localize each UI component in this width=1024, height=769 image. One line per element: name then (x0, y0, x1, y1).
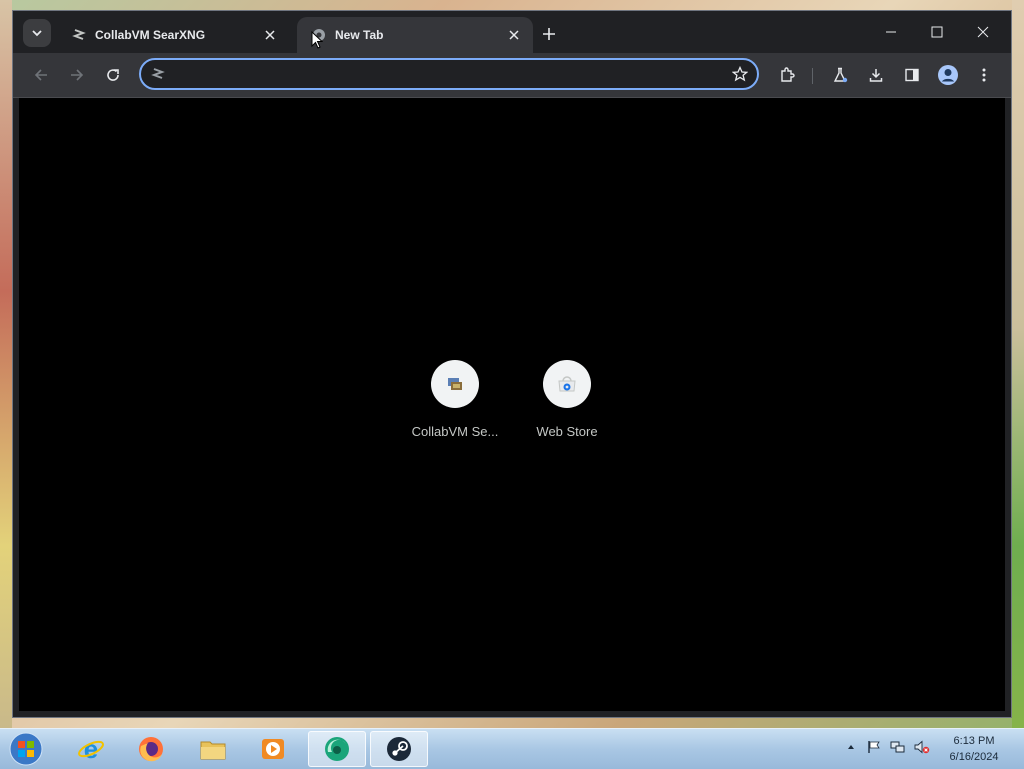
chevron-up-icon (848, 745, 854, 749)
maximize-icon (931, 26, 943, 38)
steam-icon (387, 737, 411, 761)
shortcut-label: CollabVM Se... (411, 424, 499, 439)
address-bar[interactable] (139, 58, 759, 90)
profile-avatar-icon (938, 65, 958, 85)
forward-button[interactable] (63, 61, 91, 89)
volume-button[interactable] (914, 739, 930, 755)
back-button[interactable] (27, 61, 55, 89)
profile-button[interactable] (934, 61, 962, 89)
tab-title: New Tab (335, 28, 384, 42)
system-clock[interactable]: 6:13 PM 6/16/2024 (938, 733, 1010, 765)
clock-date: 6/16/2024 (949, 751, 999, 763)
address-input[interactable] (177, 64, 721, 86)
tab-collabvm-searxng[interactable]: CollabVM SearXNG (57, 17, 289, 53)
new-tab-page: CollabVM Se... Web Store (19, 98, 1005, 711)
searxng-favicon-icon (71, 27, 87, 43)
svg-text:e: e (84, 734, 98, 764)
menu-button[interactable] (970, 61, 998, 89)
labs-button[interactable] (826, 61, 854, 89)
network-icon (890, 741, 905, 753)
collabvm-icon (431, 360, 479, 408)
close-window-button[interactable] (960, 15, 1006, 49)
web-store-icon (543, 360, 591, 408)
plus-icon (543, 28, 555, 40)
downloads-button[interactable] (862, 61, 890, 89)
side-panel-button[interactable] (898, 61, 926, 89)
new-tab-button[interactable] (537, 22, 561, 46)
kebab-menu-icon (982, 68, 986, 82)
shortcut-collabvm[interactable]: CollabVM Se... (407, 360, 503, 439)
taskbar-file-explorer[interactable] (184, 731, 242, 767)
download-icon (869, 69, 883, 82)
taskbar-media-player[interactable] (244, 731, 302, 767)
arrow-left-icon (34, 69, 47, 81)
tab-close-icon[interactable] (505, 26, 523, 44)
taskbar: e 6:13 PM 6/16/2024 (0, 728, 1024, 769)
reload-button[interactable] (99, 61, 127, 89)
folder-icon (200, 741, 226, 760)
start-button[interactable] (6, 731, 46, 767)
minimize-icon (886, 31, 896, 33)
tab-title: CollabVM SearXNG (95, 28, 206, 42)
tab-new-tab[interactable]: New Tab (297, 17, 533, 53)
volume-muted-icon (914, 740, 930, 754)
chevron-down-icon (32, 30, 42, 37)
taskbar-steam[interactable] (370, 731, 428, 767)
firefox-icon (139, 737, 163, 762)
clock-time: 6:13 PM (953, 735, 995, 747)
tab-strip: CollabVM SearXNG New Tab (13, 11, 1011, 53)
desktop-background-right (1012, 0, 1024, 728)
internet-explorer-icon: e (78, 734, 104, 764)
toolbar-separator (812, 68, 813, 84)
show-hidden-icons-button[interactable] (843, 739, 859, 755)
arrow-right-icon (71, 69, 84, 81)
bookmark-star-icon[interactable] (729, 63, 751, 85)
minimize-button[interactable] (868, 15, 914, 49)
puzzle-icon (781, 67, 795, 82)
shortcut-web-store[interactable]: Web Store (519, 360, 615, 439)
taskbar-firefox[interactable] (122, 731, 180, 767)
tab-close-icon[interactable] (261, 26, 279, 44)
extensions-button[interactable] (773, 61, 801, 89)
searxng-icon (150, 66, 166, 82)
tab-search-button[interactable] (23, 19, 51, 47)
close-icon (977, 26, 989, 38)
side-panel-icon (905, 68, 919, 82)
taskbar-internet-explorer[interactable]: e (62, 731, 120, 767)
taskbar-browser[interactable] (308, 731, 366, 767)
flag-icon (868, 741, 880, 753)
flask-icon (833, 67, 848, 83)
desktop-background-left (0, 0, 12, 728)
windows-logo-icon (9, 732, 43, 766)
shortcut-label: Web Store (536, 424, 598, 439)
reload-icon (107, 69, 119, 81)
mouse-cursor-icon (311, 31, 323, 49)
browser-toolbar (13, 53, 1011, 98)
action-center-button[interactable] (866, 739, 882, 755)
media-player-icon (262, 739, 284, 759)
network-button[interactable] (890, 739, 906, 755)
browser-window: CollabVM SearXNG New Tab CollabVM Se... … (12, 10, 1012, 718)
maximize-button[interactable] (914, 15, 960, 49)
browser-app-icon (325, 737, 349, 761)
